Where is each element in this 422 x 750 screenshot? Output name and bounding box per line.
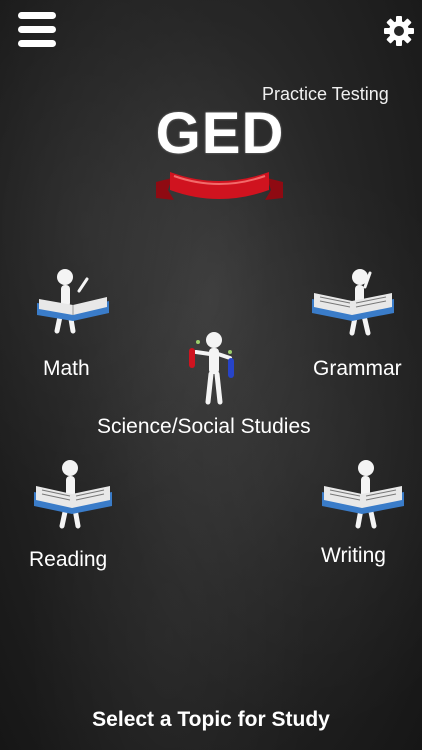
topic-science-social-studies[interactable]: Science/Social Studies xyxy=(96,330,328,445)
gear-icon[interactable] xyxy=(383,15,415,47)
stick-figure-reading-book-icon xyxy=(322,460,404,529)
topic-math-label: Math xyxy=(43,357,90,380)
stick-figure-test-tubes-icon xyxy=(189,332,234,405)
select-topic-prompt: Select a Topic for Study xyxy=(92,708,330,731)
ribbon-banner-icon xyxy=(156,172,283,200)
topic-writing-label: Writing xyxy=(321,544,386,567)
logo-text: GED xyxy=(155,101,285,166)
hamburger-menu-icon[interactable] xyxy=(18,12,56,48)
topic-reading-label: Reading xyxy=(29,548,108,571)
topic-writing[interactable]: Writing xyxy=(316,456,412,576)
ged-logo: GED xyxy=(150,96,290,216)
topic-science-label: Science/Social Studies xyxy=(97,415,311,438)
topic-reading[interactable]: Reading xyxy=(26,456,126,576)
stick-figure-reading-book-icon xyxy=(34,460,112,529)
